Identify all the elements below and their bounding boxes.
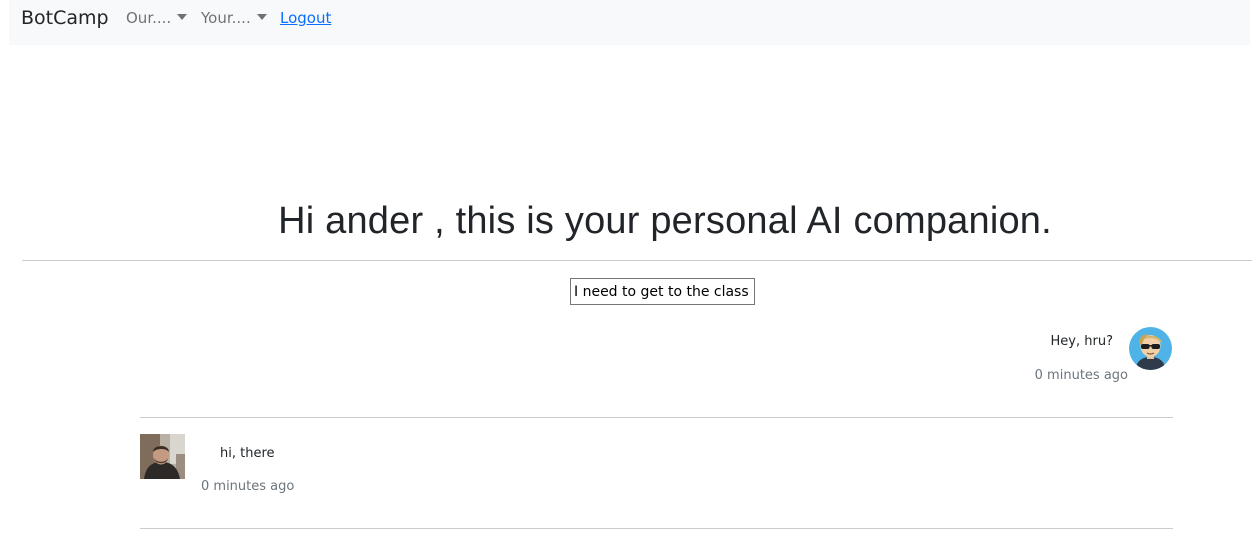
bot-message-text: Hey, hru? (1050, 334, 1113, 349)
brand-link[interactable]: BotCamp (21, 7, 109, 29)
divider (22, 260, 1252, 261)
message-input[interactable] (570, 278, 755, 305)
top-navbar: BotCamp Our.... Your.... Logout (9, 0, 1250, 45)
sunglasses-avatar-icon (1129, 327, 1172, 370)
your-dropdown-label: Your.... (201, 9, 251, 27)
bot-message-time: 0 minutes ago (1034, 368, 1128, 383)
logout-link[interactable]: Logout (280, 9, 331, 27)
divider (140, 417, 1173, 418)
your-dropdown-toggle[interactable]: Your.... (201, 9, 267, 27)
user-message-time: 0 minutes ago (201, 479, 295, 494)
our-dropdown-label: Our.... (126, 9, 172, 27)
user-message-text: hi, there (220, 446, 275, 461)
user-photo-avatar (140, 434, 185, 479)
caret-down-icon (177, 14, 188, 20)
page-title: Hi ander , this is your personal AI comp… (278, 200, 1052, 242)
caret-down-icon (256, 14, 267, 20)
divider (140, 528, 1173, 529)
our-dropdown-toggle[interactable]: Our.... (126, 9, 188, 27)
